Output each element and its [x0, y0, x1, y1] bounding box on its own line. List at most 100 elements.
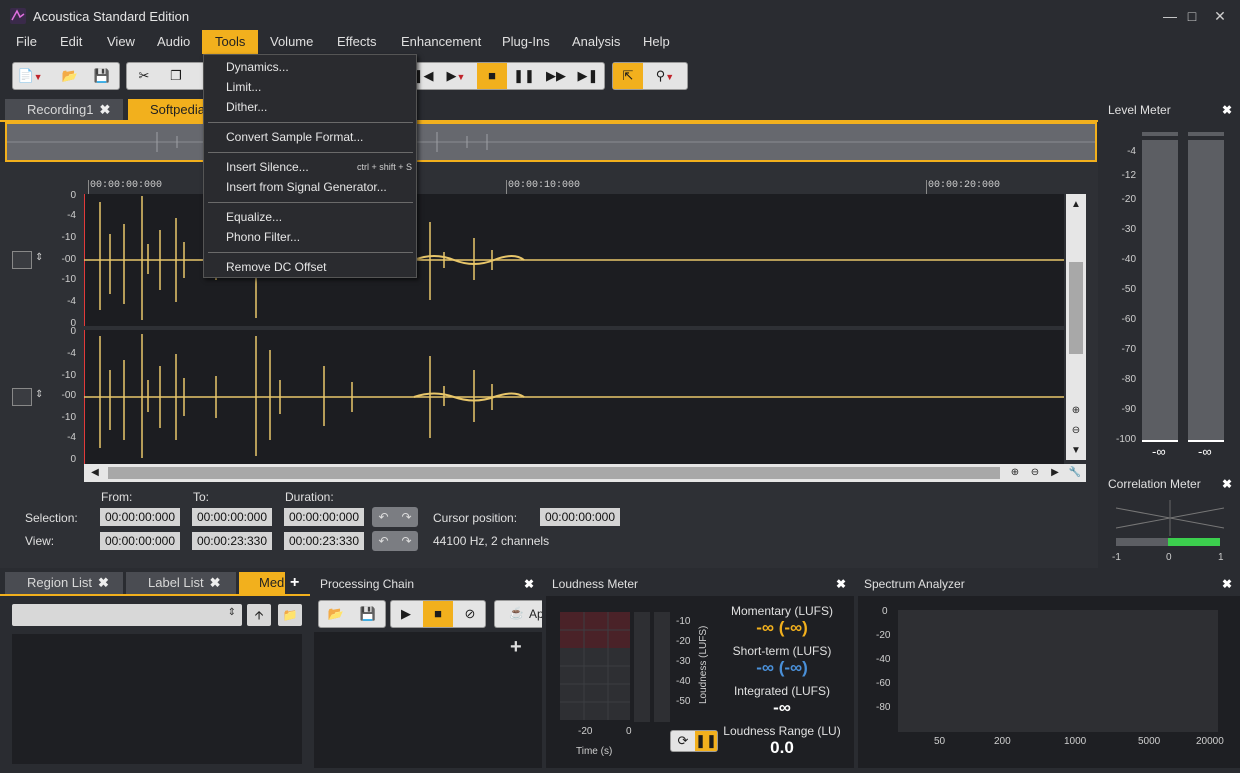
menu-analysis[interactable]: Analysis: [572, 30, 620, 54]
maximize-icon[interactable]: □: [1182, 6, 1202, 26]
zoom-out-vertical-icon[interactable]: ⊖: [1067, 422, 1085, 440]
menu-audio[interactable]: Audio: [157, 30, 190, 54]
bypass-icon[interactable]: ⊘: [455, 601, 485, 627]
vertical-scroll-thumb[interactable]: [1069, 262, 1083, 354]
minimize-icon[interactable]: —: [1160, 6, 1180, 26]
close-tab-icon[interactable]: ✖: [100, 102, 111, 117]
window-title: Acoustica Standard Edition: [33, 9, 190, 24]
media-list[interactable]: [12, 634, 302, 764]
new-file-icon[interactable]: 📄▼: [15, 63, 45, 89]
pause-icon[interactable]: ❚❚: [509, 63, 539, 89]
scroll-down-icon[interactable]: ▼: [1067, 442, 1085, 460]
integrated-value: -∞: [773, 698, 791, 717]
scale-label: -90: [1121, 404, 1136, 415]
close-icon[interactable]: ✖: [1222, 100, 1232, 120]
zoom-in-horizontal-icon[interactable]: ⊕: [1006, 464, 1024, 482]
menu-file[interactable]: File: [16, 30, 37, 54]
tab-region-list[interactable]: Region List ✖: [5, 572, 123, 594]
close-icon[interactable]: ✖: [1222, 572, 1232, 596]
menu-edit[interactable]: Edit: [60, 30, 82, 54]
pause-icon[interactable]: ❚❚: [695, 731, 717, 751]
menu-item-equalize[interactable]: Equalize...: [226, 210, 282, 224]
fast-forward-icon[interactable]: ▶▶: [541, 63, 571, 89]
menu-view[interactable]: View: [107, 30, 135, 54]
save-icon[interactable]: 💾: [353, 601, 383, 627]
copy-icon[interactable]: ❐: [161, 63, 191, 89]
menu-item-dither[interactable]: Dither...: [226, 100, 267, 114]
chain-list[interactable]: +: [314, 632, 542, 768]
redo-icon[interactable]: ↷: [395, 531, 418, 551]
tab-softpedia[interactable]: Softpedia: [128, 99, 205, 121]
cursor-position-field[interactable]: 00:00:00:000: [540, 508, 620, 526]
undo-icon[interactable]: ↶: [372, 507, 395, 527]
db-label: -4: [67, 296, 76, 307]
close-icon[interactable]: ✖: [1222, 474, 1232, 494]
tab-label-list[interactable]: Label List ✖: [126, 572, 236, 594]
close-icon[interactable]: ✖: [524, 572, 534, 596]
cut-icon[interactable]: ✂: [129, 63, 159, 89]
selection-from-field[interactable]: 00:00:00:000: [100, 508, 180, 526]
channel-1-toggle-icon[interactable]: [12, 251, 32, 269]
menu-item-remove-dc-offset[interactable]: Remove DC Offset: [226, 260, 326, 274]
media-dropdown[interactable]: ⇕: [12, 604, 242, 626]
close-tab-icon[interactable]: ✖: [98, 575, 109, 590]
open-folder-icon[interactable]: 📂: [55, 63, 85, 89]
zoom-tool-icon[interactable]: ⚲▼: [645, 63, 685, 89]
menu-volume[interactable]: Volume: [270, 30, 313, 54]
menu-item-convert-sample-format[interactable]: Convert Sample Format...: [226, 130, 363, 144]
stop-icon[interactable]: ■: [477, 63, 507, 89]
close-icon[interactable]: ✕: [1210, 6, 1230, 26]
zoom-out-horizontal-icon[interactable]: ⊖: [1026, 464, 1044, 482]
add-plugin-icon[interactable]: +: [510, 636, 522, 659]
scroll-up-icon[interactable]: ▲: [1067, 196, 1085, 214]
view-from-field[interactable]: 00:00:00:000: [100, 532, 180, 550]
correlation-scale-label: 1: [1218, 552, 1224, 563]
redo-icon[interactable]: ↷: [395, 507, 418, 527]
zoom-in-vertical-icon[interactable]: ⊕: [1067, 402, 1085, 420]
reset-icon[interactable]: ⟳: [671, 731, 695, 751]
loudness-meter-header: Loudness Meter ✖: [546, 572, 854, 596]
play-icon[interactable]: ▶▼: [438, 63, 474, 89]
menu-tools[interactable]: Tools: [202, 30, 259, 54]
processing-chain-panel: Processing Chain ✖ 📂 💾 ▶ ■ ⊘ ☕ Ap +: [314, 572, 542, 768]
view-duration-field[interactable]: 00:00:23:330: [284, 532, 364, 550]
menu-item-phono-filter[interactable]: Phono Filter...: [226, 230, 300, 244]
channel-2-waveform[interactable]: [83, 330, 1064, 464]
menu-item-limit[interactable]: Limit...: [226, 80, 261, 94]
scroll-left-icon[interactable]: ◀: [86, 464, 104, 482]
menu-effects[interactable]: Effects: [337, 30, 377, 54]
wrench-icon[interactable]: 🔧: [1066, 464, 1084, 482]
skip-end-icon[interactable]: ▶❚: [573, 63, 603, 89]
up-arrow-icon[interactable]: 🡩: [247, 604, 271, 626]
spectrum-x-tick: 20000: [1196, 736, 1224, 747]
menu-item-insert-silence[interactable]: Insert Silence...: [226, 160, 309, 174]
save-icon[interactable]: 💾: [87, 63, 117, 89]
select-tool-icon[interactable]: ⇱: [613, 63, 643, 89]
stop-icon[interactable]: ■: [423, 601, 453, 627]
menu-item-insert-signal-generator[interactable]: Insert from Signal Generator...: [226, 180, 387, 194]
add-tab-icon[interactable]: +: [290, 574, 299, 592]
channel-2-toggle-icon[interactable]: [12, 388, 32, 406]
selection-to-field[interactable]: 00:00:00:000: [192, 508, 272, 526]
scroll-right-icon[interactable]: ▶: [1046, 464, 1064, 482]
db-label: -4: [67, 348, 76, 359]
view-to-field[interactable]: 00:00:23:330: [192, 532, 272, 550]
close-icon[interactable]: ✖: [836, 572, 846, 596]
undo-icon[interactable]: ↶: [372, 531, 395, 551]
menu-item-dynamics[interactable]: Dynamics...: [226, 60, 289, 74]
selection-duration-field[interactable]: 00:00:00:000: [284, 508, 364, 526]
menu-enhancement[interactable]: Enhancement: [401, 30, 481, 54]
vertical-scrollbar[interactable]: ▲ ⊕ ⊖ ▼: [1066, 194, 1086, 460]
close-tab-icon[interactable]: ✖: [210, 575, 221, 590]
waveform-overview[interactable]: [5, 122, 1097, 162]
menu-plugins[interactable]: Plug-Ins: [502, 30, 550, 54]
horizontal-scroll-thumb[interactable]: [108, 467, 1000, 479]
horizontal-scrollbar[interactable]: ◀ ⊕ ⊖ ▶ 🔧: [84, 464, 1086, 482]
folder-icon[interactable]: 📁: [278, 604, 302, 626]
tab-recording1[interactable]: Recording1 ✖: [5, 99, 123, 121]
tab-media[interactable]: Media: [239, 572, 285, 594]
play-icon[interactable]: ▶: [391, 601, 421, 627]
open-folder-icon[interactable]: 📂: [321, 601, 351, 627]
menu-help[interactable]: Help: [643, 30, 670, 54]
apply-button[interactable]: ☕ Ap: [494, 600, 542, 628]
